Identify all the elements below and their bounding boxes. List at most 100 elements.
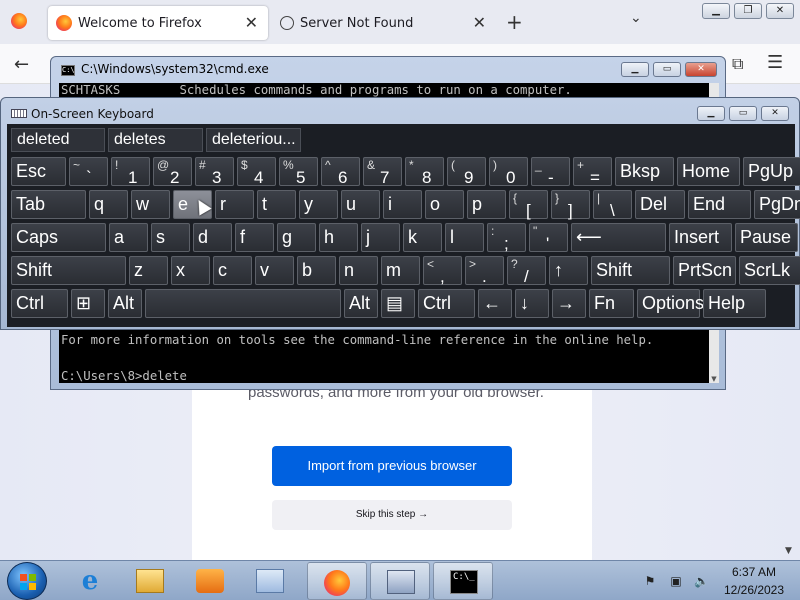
key-3[interactable]: #3 bbox=[195, 157, 234, 187]
key-c[interactable]: c bbox=[213, 256, 252, 285]
maximize-button[interactable]: ❐ bbox=[734, 3, 762, 19]
key-minus[interactable]: _ - bbox=[531, 157, 570, 187]
new-tab-button[interactable]: + bbox=[506, 10, 523, 34]
key-help[interactable]: Help bbox=[703, 289, 766, 318]
start-button[interactable] bbox=[7, 562, 47, 600]
key-tilde[interactable]: ~ ` bbox=[69, 157, 108, 187]
taskbar-firefox[interactable] bbox=[307, 562, 367, 600]
key-y[interactable]: y bbox=[299, 190, 338, 219]
taskbar-on-screen-keyboard[interactable] bbox=[370, 562, 430, 600]
minimize-button[interactable]: ▁ bbox=[697, 106, 725, 121]
key-scrlk[interactable]: ScrLk bbox=[739, 256, 800, 285]
key-lbracket[interactable]: {[ bbox=[509, 190, 548, 220]
key-prtscn[interactable]: PrtScn bbox=[673, 256, 736, 285]
key-fn[interactable]: Fn bbox=[589, 289, 634, 318]
key-pgup[interactable]: PgUp bbox=[743, 157, 800, 186]
key-rctrl[interactable]: Ctrl bbox=[418, 289, 475, 318]
key-enter[interactable]: ⟵ bbox=[571, 223, 666, 252]
clock-time[interactable]: 6:37 AM bbox=[716, 565, 792, 579]
key-h[interactable]: h bbox=[319, 223, 358, 252]
key-b[interactable]: b bbox=[297, 256, 336, 285]
prediction-deletes[interactable]: deletes bbox=[108, 128, 203, 152]
action-center-flag-icon[interactable]: ⚑ bbox=[643, 574, 657, 588]
key-bksp[interactable]: Bksp bbox=[615, 157, 674, 186]
close-button[interactable]: ✕ bbox=[685, 62, 717, 77]
key-0[interactable]: ) 0 bbox=[489, 157, 528, 187]
taskbar-media-player[interactable] bbox=[180, 562, 240, 600]
key-d[interactable]: d bbox=[193, 223, 232, 252]
maximize-button[interactable]: ▭ bbox=[653, 62, 681, 77]
key-k[interactable]: k bbox=[403, 223, 442, 252]
close-button[interactable]: ✕ bbox=[761, 106, 789, 121]
key-lctrl[interactable]: Ctrl bbox=[11, 289, 68, 318]
taskbar-control-panel[interactable] bbox=[240, 562, 300, 600]
key-esc[interactable]: Esc bbox=[11, 157, 66, 186]
page-scrollbar[interactable] bbox=[785, 448, 797, 560]
key-5[interactable]: % 5 bbox=[279, 157, 318, 187]
prediction-deleterious[interactable]: deleteriou... bbox=[206, 128, 301, 152]
key-ralt[interactable]: Alt bbox=[344, 289, 378, 318]
minimize-button[interactable]: ▁ bbox=[702, 3, 730, 19]
maximize-button[interactable]: ▭ bbox=[729, 106, 757, 121]
key-pause[interactable]: Pause bbox=[735, 223, 798, 252]
key-f[interactable]: f bbox=[235, 223, 274, 252]
key-home[interactable]: Home bbox=[677, 157, 740, 186]
key-n[interactable]: n bbox=[339, 256, 378, 285]
key-space[interactable] bbox=[145, 289, 341, 318]
key-q[interactable]: q bbox=[89, 190, 128, 219]
clock-date[interactable]: 12/26/2023 bbox=[716, 583, 792, 597]
key-quote[interactable]: " ' bbox=[529, 223, 568, 253]
key-4[interactable]: $4 bbox=[237, 157, 276, 187]
key-lalt[interactable]: Alt bbox=[108, 289, 142, 318]
key-win[interactable]: ⊞ bbox=[71, 289, 105, 318]
key-end[interactable]: End bbox=[688, 190, 751, 219]
key-x[interactable]: x bbox=[171, 256, 210, 285]
key-l[interactable]: l bbox=[445, 223, 484, 252]
key-o[interactable]: o bbox=[425, 190, 464, 219]
extensions-icon[interactable]: ⧉ bbox=[732, 54, 743, 74]
key-options[interactable]: Options bbox=[637, 289, 704, 318]
key-rshift[interactable]: Shift bbox=[591, 256, 670, 285]
key-2[interactable]: @2 bbox=[153, 157, 192, 187]
osk-title-bar[interactable]: On-Screen Keyboard ▁ ▭ ✕ bbox=[1, 98, 799, 124]
key-pgdn[interactable]: PgDn bbox=[754, 190, 800, 219]
firefox-icon[interactable] bbox=[11, 13, 27, 29]
key-i[interactable]: i bbox=[383, 190, 422, 219]
volume-muted-icon[interactable]: 🔈 bbox=[694, 574, 709, 588]
key-9[interactable]: (9 bbox=[447, 157, 486, 187]
close-tab-icon[interactable]: ✕ bbox=[473, 13, 486, 32]
minimize-button[interactable]: ▁ bbox=[621, 62, 649, 77]
key-u[interactable]: u bbox=[341, 190, 380, 219]
key-t[interactable]: t bbox=[257, 190, 296, 219]
tab-server-not-found[interactable]: Server Not Found ✕ bbox=[272, 6, 496, 40]
taskbar-cmd[interactable]: C:\_ bbox=[433, 562, 493, 600]
key-insert[interactable]: Insert bbox=[669, 223, 732, 252]
key-p[interactable]: p bbox=[467, 190, 506, 219]
key-rbracket[interactable]: }] bbox=[551, 190, 590, 220]
key-v[interactable]: v bbox=[255, 256, 294, 285]
console-prompt[interactable]: C:\Users\8>delete bbox=[61, 369, 187, 383]
back-arrow-icon[interactable]: ← bbox=[14, 54, 29, 75]
key-tab[interactable]: Tab bbox=[11, 190, 86, 219]
key-w[interactable]: w bbox=[131, 190, 170, 219]
key-up[interactable]: ↑ bbox=[549, 256, 588, 285]
skip-step-button[interactable]: Skip this step → bbox=[272, 500, 512, 530]
tab-welcome-to-firefox[interactable]: Welcome to Firefox ✕ bbox=[48, 6, 268, 40]
taskbar-windows-explorer[interactable] bbox=[120, 562, 180, 600]
import-from-browser-button[interactable]: Import from previous browser bbox=[272, 446, 512, 486]
key-1[interactable]: ! 1 bbox=[111, 157, 150, 187]
key-s[interactable]: s bbox=[151, 223, 190, 252]
hamburger-menu-icon[interactable]: ☰ bbox=[767, 52, 783, 73]
key-7[interactable]: & 7 bbox=[363, 157, 402, 187]
network-icon[interactable]: ▣ bbox=[669, 574, 683, 588]
key-8[interactable]: * 8 bbox=[405, 157, 444, 187]
key-6[interactable]: ^ 6 bbox=[321, 157, 360, 187]
key-down[interactable]: ↓ bbox=[515, 289, 549, 318]
key-z[interactable]: z bbox=[129, 256, 168, 285]
key-left[interactable]: ← bbox=[478, 289, 512, 318]
cmd-title-bar[interactable]: C:\ C:\Windows\system32\cmd.exe ▁ ▭ ✕ bbox=[51, 57, 725, 83]
close-button[interactable]: ✕ bbox=[766, 3, 794, 19]
key-equals[interactable]: + = bbox=[573, 157, 612, 187]
chevron-down-icon[interactable]: ⌄ bbox=[630, 10, 642, 26]
key-j[interactable]: j bbox=[361, 223, 400, 252]
